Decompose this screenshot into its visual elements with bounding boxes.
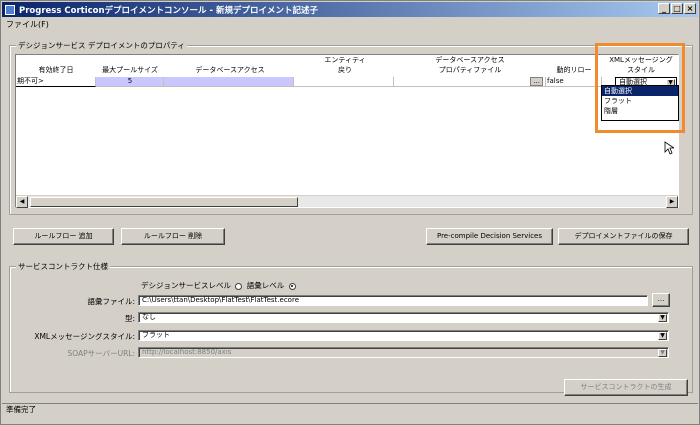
close-button[interactable]: × — [684, 3, 696, 14]
cell-dynamic-reload[interactable]: false — [546, 77, 602, 87]
menu-file[interactable]: ファイル(F) — [6, 19, 49, 30]
service-contract-title: サービスコントラクト仕様 — [16, 261, 110, 272]
scroll-right-icon[interactable]: ▶ — [666, 196, 678, 208]
highlight-box — [595, 43, 685, 133]
menu-bar: ファイル(F) — [3, 18, 49, 31]
browse-dbprops-button[interactable]: ... — [530, 77, 543, 86]
scroll-thumb[interactable] — [30, 197, 298, 207]
deploy-properties-title: デシジョンサービス デプロイメントのプロパティ — [16, 40, 187, 51]
title-bar: Progress Corticonデプロイメントコンソール - 新規デプロイメン… — [2, 2, 698, 17]
type-combo[interactable]: なし ▼ — [138, 312, 669, 323]
vocabulary-level-radio[interactable] — [288, 282, 296, 290]
status-text: 準備完了 — [6, 405, 36, 414]
app-icon — [5, 4, 15, 15]
soap-url-field: http://localhost:8850/axis ▼ — [138, 347, 669, 358]
mouse-cursor-icon — [664, 141, 674, 155]
type-combo-value: なし — [142, 313, 156, 321]
cell-entity-return[interactable] — [294, 77, 394, 87]
cell-expiry[interactable]: 期不可> — [16, 77, 96, 87]
soap-url-value: http://localhost:8850/axis — [142, 348, 232, 356]
xml-style-label: XMLメッセージングスタイル: — [34, 332, 135, 341]
precompile-button[interactable]: Pre-compile Decision Services — [426, 228, 553, 245]
save-deployment-button[interactable]: デプロイメントファイルの保存 — [558, 228, 689, 245]
xml-style-field[interactable]: フラット ▼ — [138, 330, 669, 341]
decision-service-level-radio[interactable] — [235, 282, 243, 290]
vocab-file-field[interactable]: C:\Users\ttan\Desktop\FlatTest\FlatTest.… — [138, 295, 648, 306]
scroll-left-icon[interactable]: ◀ — [16, 196, 28, 208]
chevron-down-icon: ▼ — [658, 349, 667, 357]
cell-dbprops-file[interactable]: ... — [394, 77, 546, 87]
cell-max-pool[interactable]: 5 — [96, 77, 164, 87]
add-ruleflow-button[interactable]: ルールフロー 追加 — [13, 228, 114, 245]
decision-service-level-label: デシジョンサービスレベル — [141, 281, 231, 290]
contract-level-radios: デシジョンサービスレベル 語彙レベル — [141, 280, 298, 291]
deployment-console-window: Progress Corticonデプロイメントコンソール - 新規デプロイメン… — [0, 0, 700, 425]
generate-contract-button: サービスコントラクトの生成 — [564, 379, 688, 396]
type-label: 型: — [124, 314, 135, 323]
col-header-entity-bottom: 戻り — [338, 66, 352, 74]
chevron-down-icon[interactable]: ▼ — [658, 314, 667, 322]
col-header-entity-top: エンティティ — [324, 56, 366, 64]
vocabulary-level-label: 語彙レベル — [246, 281, 285, 290]
xml-style-field-value: フラット — [142, 331, 170, 339]
browse-vocab-button[interactable]: ... — [652, 293, 670, 307]
window-title: Progress Corticonデプロイメントコンソール - 新規デプロイメン… — [19, 5, 319, 16]
status-bar: 準備完了 — [2, 403, 698, 415]
maximize-button[interactable]: □ — [671, 3, 683, 14]
minimize-button[interactable]: _ — [658, 3, 670, 14]
col-header-db-access: データベースアクセス — [195, 66, 265, 74]
col-header-dynamic-reload: 動的リロー — [556, 66, 592, 74]
remove-ruleflow-button[interactable]: ルールフロー 削除 — [121, 228, 225, 245]
col-header-max-pool: 最大プールサイズ — [102, 66, 158, 74]
col-header-dbprops-bottom: プロパティファイル — [438, 66, 502, 74]
soap-url-label: SOAPサーバーURL: — [67, 349, 135, 358]
cell-db-access[interactable] — [164, 77, 294, 87]
col-header-dbprops-top: データベースアクセス — [435, 56, 505, 64]
deploy-properties-table: 有効終了日 最大プールサイズ データベースアクセス エンティティ 戻り データベ… — [15, 54, 679, 208]
horizontal-scrollbar[interactable]: ◀ ▶ — [16, 195, 678, 208]
col-header-expiry: 有効終了日 — [38, 66, 74, 74]
chevron-down-icon[interactable]: ▼ — [658, 332, 667, 340]
vocab-file-label: 語彙ファイル: — [87, 297, 135, 306]
